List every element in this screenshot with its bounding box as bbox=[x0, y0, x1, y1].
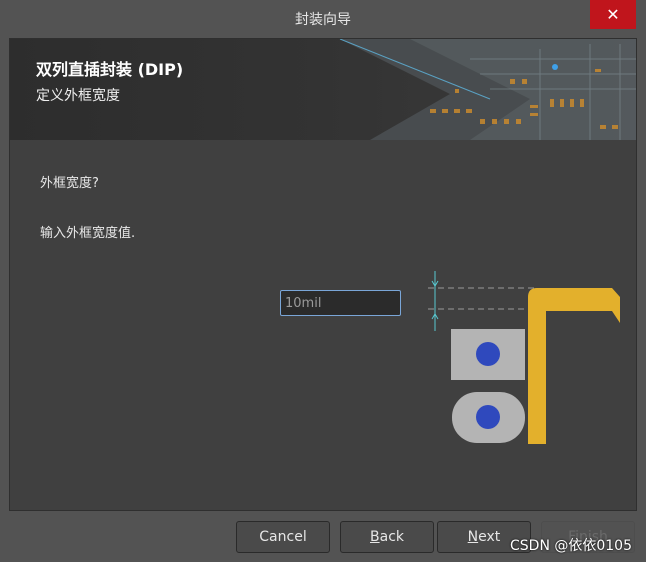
back-label: ack bbox=[379, 529, 404, 545]
banner-subtitle: 定义外框宽度 bbox=[36, 88, 120, 104]
next-label: ext bbox=[478, 529, 501, 545]
button-bar: Cancel Back Next Finish CSDN @依依0105 bbox=[0, 511, 646, 562]
instruction-label: 输入外框宽度值. bbox=[40, 226, 136, 241]
banner-title: 双列直插封装 (DIP) bbox=[36, 60, 184, 79]
window-title: 封装向导 bbox=[295, 12, 351, 28]
pad-hole-1 bbox=[476, 342, 500, 366]
cancel-button[interactable]: Cancel bbox=[236, 521, 330, 553]
dimension-guides bbox=[428, 287, 538, 310]
cancel-label: Cancel bbox=[259, 529, 307, 545]
pcb-footprint-wizard-window: 封装向导 ✕ 双列直插封装 (DIP) 定义外框宽度 外框宽度? 输入外框宽度值… bbox=[0, 0, 646, 562]
question-label: 外框宽度? bbox=[40, 176, 99, 191]
outline-width-input[interactable] bbox=[280, 290, 401, 316]
dip-preview-graphic bbox=[428, 271, 620, 444]
title-bar[interactable]: 封装向导 ✕ bbox=[0, 0, 646, 38]
pad-hole-2 bbox=[476, 405, 500, 429]
dimension-arrows bbox=[431, 271, 439, 331]
csdn-watermark: CSDN @依依0105 bbox=[510, 538, 632, 554]
header-banner: 双列直插封装 (DIP) 定义外框宽度 bbox=[10, 39, 636, 140]
back-mnemonic: B bbox=[370, 529, 380, 545]
close-icon: ✕ bbox=[606, 5, 620, 24]
silkscreen-outline bbox=[528, 288, 620, 444]
back-button[interactable]: Back bbox=[340, 521, 434, 553]
next-mnemonic: N bbox=[467, 529, 479, 545]
wizard-frame: 双列直插封装 (DIP) 定义外框宽度 外框宽度? 输入外框宽度值. bbox=[9, 38, 637, 511]
close-button[interactable]: ✕ bbox=[590, 0, 636, 29]
